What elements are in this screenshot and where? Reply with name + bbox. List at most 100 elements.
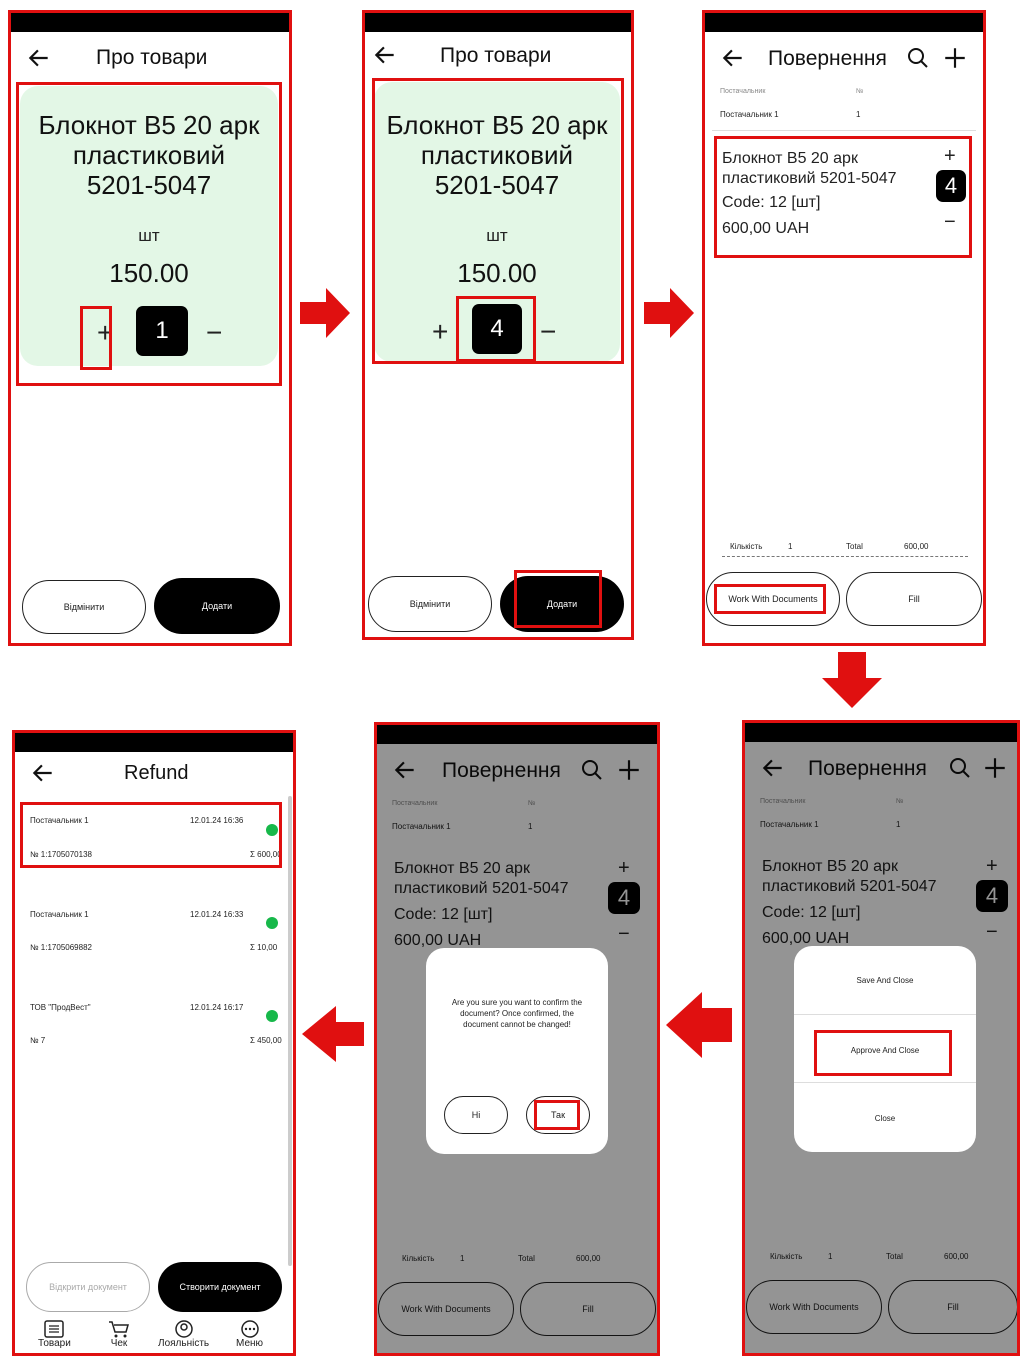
total-label: Total [846, 542, 863, 551]
screen-return-document: Повернення Постачальник № Постачальник 1… [702, 10, 986, 646]
status-bar [12, 730, 296, 752]
red-arrow-icon [822, 652, 882, 708]
product-name-line3: 5201-5047 [434, 170, 560, 200]
product-unit: шт [486, 226, 508, 245]
quantity-value[interactable]: 4 [472, 304, 522, 354]
status-dot [266, 824, 278, 836]
fill-button[interactable]: Fill [846, 572, 982, 626]
confirm-message-line1: Are you sure you want to confirm the [451, 998, 583, 1007]
increment-button[interactable]: + [944, 142, 956, 170]
status-dot [266, 1010, 278, 1022]
item-name-line2: пластиковий 5201-5047 [722, 170, 897, 187]
row-sum: Σ 600,00 [250, 850, 282, 859]
arrow-left-icon[interactable] [26, 45, 52, 71]
red-arrow-icon [644, 288, 694, 338]
nav-menu[interactable]: Меню [236, 1320, 263, 1349]
confirm-dialog: Are you sure you want to confirm the doc… [426, 948, 608, 1154]
close-item[interactable]: Close [794, 1114, 976, 1123]
item-amount: 600,00 UAH [722, 220, 810, 237]
header: Refund [12, 754, 296, 794]
row-sum: Σ 450,00 [250, 1036, 282, 1045]
screen-confirm-dialog: Повернення Постачальник № Постачальник 1… [374, 722, 660, 1356]
row-number: № 1:1705070138 [30, 850, 92, 859]
confirm-message-line3: document cannot be changed! [463, 1020, 571, 1029]
red-arrow-icon [300, 288, 350, 338]
number-value: 1 [856, 110, 861, 119]
arrow-left-icon[interactable] [720, 45, 746, 71]
arrow-left-icon[interactable] [372, 42, 398, 68]
work-with-documents-button[interactable]: Work With Documents [706, 572, 840, 626]
nav-label: Товари [38, 1338, 71, 1349]
total-value: 600,00 [904, 542, 929, 551]
add-button[interactable]: Додати [500, 576, 624, 632]
scrollbar[interactable] [288, 796, 292, 1266]
cart-icon [109, 1321, 129, 1338]
quantity-value[interactable]: 1 [136, 306, 188, 356]
product-name-line1: Блокнот В5 20 арк [38, 110, 260, 140]
red-arrow-icon [666, 992, 732, 1058]
screen-action-menu: Повернення Постачальник № Постачальник 1… [742, 720, 1020, 1356]
screen-product-qty-4: Про товари Блокнот В5 20 арк пластиковий… [362, 10, 634, 640]
divider [794, 1014, 976, 1015]
dashed-divider [722, 556, 968, 557]
count-label: Кількість [730, 542, 763, 551]
no-button[interactable]: Ні [444, 1096, 508, 1134]
product-price: 150.00 [457, 258, 537, 288]
open-document-button[interactable]: Відкрити документ [26, 1262, 150, 1312]
plus-icon[interactable] [942, 45, 968, 71]
item-code: Code: 12 [шт] [722, 194, 821, 211]
page-title: Refund [124, 762, 189, 784]
nav-loyalty[interactable]: Лояльність [158, 1320, 209, 1349]
row-date: 12.01.24 16:17 [190, 1003, 244, 1012]
increment-button[interactable]: + [432, 318, 448, 346]
header: Повернення [702, 38, 986, 78]
red-arrow-icon [302, 1006, 364, 1062]
divider [712, 130, 976, 131]
save-and-close-item[interactable]: Save And Close [794, 976, 976, 985]
count-value: 1 [788, 542, 793, 551]
page-title: Про товари [440, 44, 552, 67]
decrement-button[interactable]: − [944, 208, 956, 236]
supplier-value: Постачальник 1 [720, 110, 779, 119]
status-bar [362, 10, 634, 32]
product-name-line2: пластиковий [420, 140, 574, 170]
number-label: № [856, 88, 864, 95]
page-title: Повернення [768, 47, 887, 70]
row-date: 12.01.24 16:33 [190, 910, 244, 919]
search-icon[interactable] [906, 46, 930, 70]
arrow-left-icon[interactable] [30, 760, 56, 786]
nav-receipt[interactable]: Чек [108, 1320, 130, 1349]
decrement-button[interactable]: − [206, 319, 222, 347]
nav-label: Меню [236, 1338, 264, 1349]
product-card: Блокнот В5 20 арк пластиковий 5201-5047 … [20, 86, 278, 366]
increment-button[interactable]: + [97, 319, 113, 347]
cancel-button[interactable]: Відмінити [368, 576, 492, 632]
cancel-button[interactable]: Відмінити [22, 580, 146, 634]
supplier-label: Постачальник [720, 88, 766, 95]
yes-button[interactable]: Так [526, 1096, 590, 1134]
approve-and-close-item[interactable]: Approve And Close [794, 1046, 976, 1055]
status-bar [702, 10, 986, 32]
page-title: Про товари [96, 46, 208, 69]
row-number: № 1:1705069882 [30, 943, 92, 952]
product-price: 150.00 [109, 258, 189, 288]
product-name-line1: Блокнот В5 20 арк [386, 110, 608, 140]
row-supplier: Постачальник 1 [30, 910, 89, 919]
create-document-button[interactable]: Створити документ [158, 1262, 282, 1312]
header: Про товари [362, 36, 634, 76]
user-circle-icon [174, 1320, 193, 1338]
row-supplier: Постачальник 1 [30, 816, 89, 825]
add-button[interactable]: Додати [154, 578, 280, 634]
row-number: № 7 [30, 1036, 46, 1045]
product-name-line2: пластиковий [72, 140, 226, 170]
nav-products[interactable]: Товари [38, 1320, 71, 1349]
quantity-value[interactable]: 4 [936, 170, 966, 202]
divider [794, 1082, 976, 1083]
confirm-message-line2: document? Once confirmed, the [460, 1009, 574, 1018]
list-icon [44, 1320, 65, 1338]
row-supplier: ТОВ "ПродВест" [30, 1003, 91, 1012]
more-icon [240, 1320, 259, 1338]
product-card: Блокнот В5 20 арк пластиковий 5201-5047 … [374, 82, 620, 362]
status-bar [8, 10, 292, 32]
decrement-button[interactable]: − [540, 318, 556, 346]
